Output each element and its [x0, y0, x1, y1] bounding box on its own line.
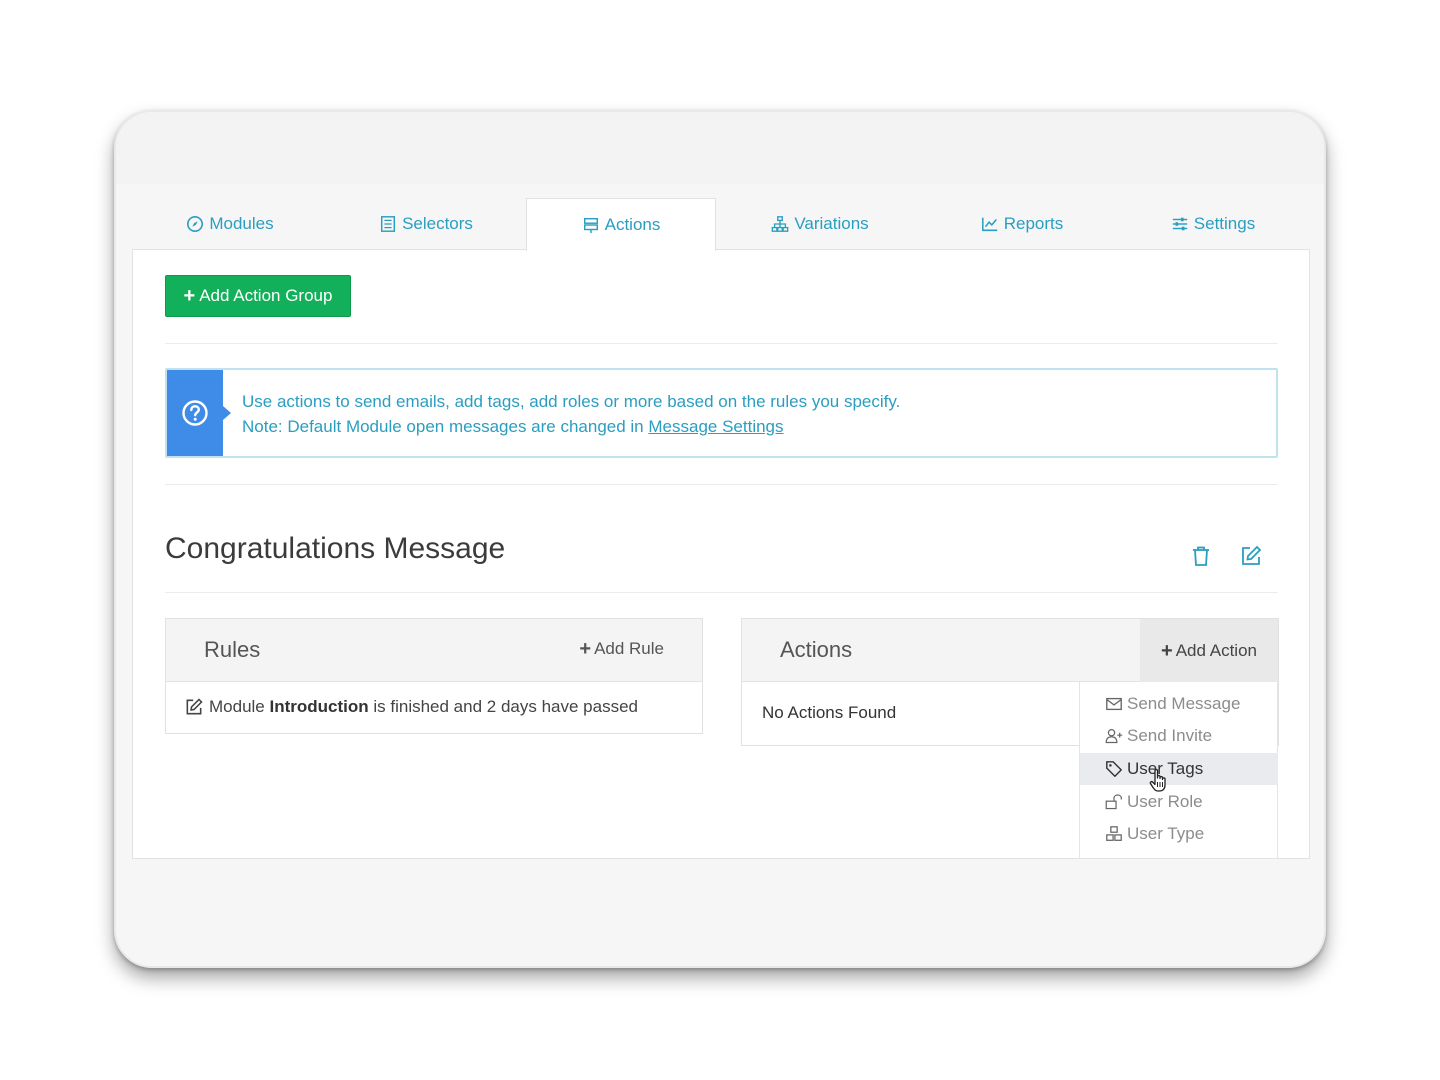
add-rule-button[interactable]: + Add Rule — [579, 639, 664, 659]
trash-icon[interactable] — [1189, 544, 1213, 568]
actions-card-header: Actions + Add Action — [742, 619, 1278, 682]
rule-module-name: Introduction — [269, 697, 369, 716]
menu-item-label: User Type — [1127, 824, 1205, 843]
edit-icon[interactable] — [184, 697, 204, 717]
signpost-icon — [583, 217, 598, 234]
divider — [165, 592, 1278, 593]
divider — [165, 343, 1278, 344]
line-chart-icon — [981, 217, 997, 232]
info-line-1: Use actions to send emails, add tags, ad… — [242, 392, 901, 411]
actions-title: Actions — [780, 637, 853, 662]
sliders-icon — [1172, 217, 1187, 231]
info-line-2: Note: Default Module open messages are c… — [242, 414, 900, 439]
tab-label: Settings — [1193, 214, 1256, 233]
menu-item-send-invite[interactable]: Send Invite — [1080, 720, 1278, 752]
edit-icon[interactable] — [1239, 544, 1263, 568]
menu-item-user-type[interactable]: User Type — [1080, 818, 1278, 850]
rules-title: Rules — [204, 637, 261, 662]
rule-text: Module Introduction is finished and 2 da… — [209, 697, 638, 717]
tab-label: Reports — [1003, 214, 1064, 233]
tab-label: Selectors — [402, 214, 473, 233]
tab-selectors[interactable]: Selectors — [328, 198, 524, 250]
rules-card-header: Rules + Add Rule — [166, 619, 702, 682]
sitemap-icon — [772, 216, 789, 232]
menu-item-send-message[interactable]: Send Message — [1080, 688, 1278, 720]
tab-reports[interactable]: Reports — [924, 198, 1120, 250]
plus-icon: + — [183, 285, 196, 307]
message-settings-link[interactable]: Message Settings — [648, 417, 783, 436]
tab-variations[interactable]: Variations — [722, 198, 918, 250]
rule-item: Module Introduction is finished and 2 da… — [184, 697, 638, 717]
compass-icon — [187, 215, 204, 233]
device-top-bar — [116, 112, 1324, 184]
actions-panel: + Add Action Group Use actions to send e… — [132, 249, 1310, 859]
tag-icon — [1106, 761, 1122, 777]
question-circle-icon — [182, 400, 208, 426]
hand-cursor-icon — [1149, 768, 1166, 792]
tab-label: Variations — [794, 214, 869, 233]
add-action-menu: Send Message Send Invite User Tags User … — [1079, 682, 1278, 859]
menu-item-label: User Role — [1127, 792, 1203, 811]
rule-suffix: is finished and 2 days have passed — [368, 697, 638, 716]
add-action-group-label: Add Action Group — [199, 286, 333, 305]
info-line-2-prefix: Note: Default Module open messages are c… — [242, 417, 649, 436]
add-action-label: Add Action — [1175, 640, 1257, 660]
tab-label: Modules — [209, 214, 274, 233]
action-group-title: Congratulations Message — [165, 532, 506, 565]
plus-icon: + — [579, 638, 592, 660]
envelope-icon — [1106, 697, 1122, 711]
info-text: Use actions to send emails, add tags, ad… — [242, 389, 900, 439]
tab-label: Actions — [604, 215, 661, 234]
user-plus-icon — [1105, 729, 1123, 744]
menu-item-user-tags[interactable]: User Tags — [1080, 753, 1278, 785]
menu-item-user-role[interactable]: User Role — [1080, 786, 1278, 818]
device-frame: Modules Selectors Actions Variations Rep… — [114, 110, 1326, 968]
add-action-button[interactable]: + Add Action — [1140, 619, 1278, 682]
menu-item-label: Send Invite — [1127, 726, 1213, 745]
tab-modules[interactable]: Modules — [132, 198, 328, 250]
plus-icon: + — [1161, 639, 1173, 662]
no-actions-text: No Actions Found — [762, 703, 897, 722]
unlock-icon — [1105, 794, 1122, 810]
divider — [165, 484, 1278, 485]
tab-actions[interactable]: Actions — [526, 198, 716, 251]
add-action-group-button[interactable]: + Add Action Group — [165, 275, 351, 317]
add-rule-label: Add Rule — [594, 639, 664, 658]
info-alert: Use actions to send emails, add tags, ad… — [165, 368, 1278, 458]
rules-card: Rules + Add Rule Module Introduction is … — [165, 618, 703, 734]
rule-prefix: Module — [209, 697, 270, 716]
tab-bar: Modules Selectors Actions Variations Rep… — [132, 198, 1310, 251]
cubes-icon — [1106, 826, 1122, 841]
tab-settings[interactable]: Settings — [1116, 198, 1310, 250]
menu-item-label: Send Message — [1127, 694, 1241, 713]
info-icon-area — [167, 370, 231, 456]
list-icon — [381, 216, 396, 232]
